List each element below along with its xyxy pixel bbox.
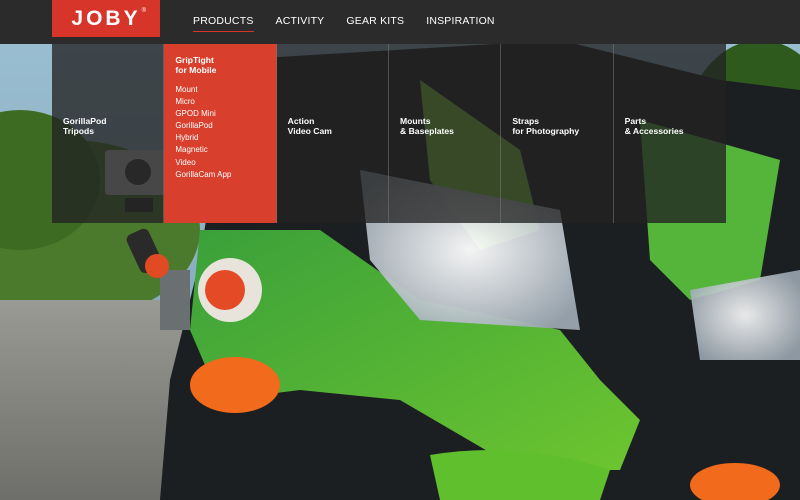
menu-column-mounts-baseplates[interactable]: Mounts & Baseplates [388, 44, 502, 223]
menu-column-parts-accessories[interactable]: Parts & Accessories [613, 44, 726, 223]
nav-item-gear-kits[interactable]: GEAR KITS [346, 15, 404, 32]
submenu-item-gpod-mini[interactable]: GPOD Mini [175, 108, 231, 120]
submenu-list: Mount Micro GPOD Mini GorillaPod Hybrid … [175, 84, 231, 181]
menu-column-title[interactable]: Straps for Photography [512, 116, 579, 136]
submenu-item-video[interactable]: Video [175, 157, 231, 169]
menu-column-straps-photography[interactable]: Straps for Photography [501, 44, 614, 223]
menu-column-action-video-cam[interactable]: Action Video Cam [276, 44, 389, 223]
submenu-item-micro[interactable]: Micro [175, 96, 231, 108]
menu-column-title[interactable]: Parts & Accessories [625, 116, 684, 136]
joby-logo[interactable]: JOBY ® [52, 0, 160, 37]
nav-item-products[interactable]: PRODUCTS [193, 15, 254, 32]
logo-text: JOBY [71, 6, 141, 30]
menu-column-title[interactable]: Action Video Cam [288, 116, 332, 136]
menu-column-title[interactable]: GripTight for Mobile [175, 55, 216, 75]
top-navigation-bar: JOBY ® PRODUCTS ACTIVITY GEAR KITS INSPI… [0, 0, 800, 44]
menu-column-title[interactable]: Mounts & Baseplates [400, 116, 454, 136]
nav-item-activity[interactable]: ACTIVITY [276, 15, 325, 32]
registered-mark: ® [141, 8, 146, 14]
menu-column-title[interactable]: GorillaPod Tripods [63, 116, 106, 136]
nav-item-inspiration[interactable]: INSPIRATION [426, 15, 495, 32]
main-nav: PRODUCTS ACTIVITY GEAR KITS INSPIRATION [193, 15, 517, 32]
menu-column-griptight-mobile[interactable]: GripTight for Mobile Mount Micro GPOD Mi… [164, 44, 277, 223]
submenu-item-mount[interactable]: Mount [175, 84, 231, 96]
submenu-item-hybrid[interactable]: Hybrid [175, 132, 231, 144]
products-mega-menu: GorillaPod Tripods GripTight for Mobile … [52, 44, 726, 223]
menu-column-gorillapod-tripods[interactable]: GorillaPod Tripods [52, 44, 165, 223]
submenu-item-gorillapod[interactable]: GorillaPod [175, 120, 231, 132]
submenu-item-gorillacam-app[interactable]: GorillaCam App [175, 169, 231, 181]
submenu-item-magnetic[interactable]: Magnetic [175, 144, 231, 156]
